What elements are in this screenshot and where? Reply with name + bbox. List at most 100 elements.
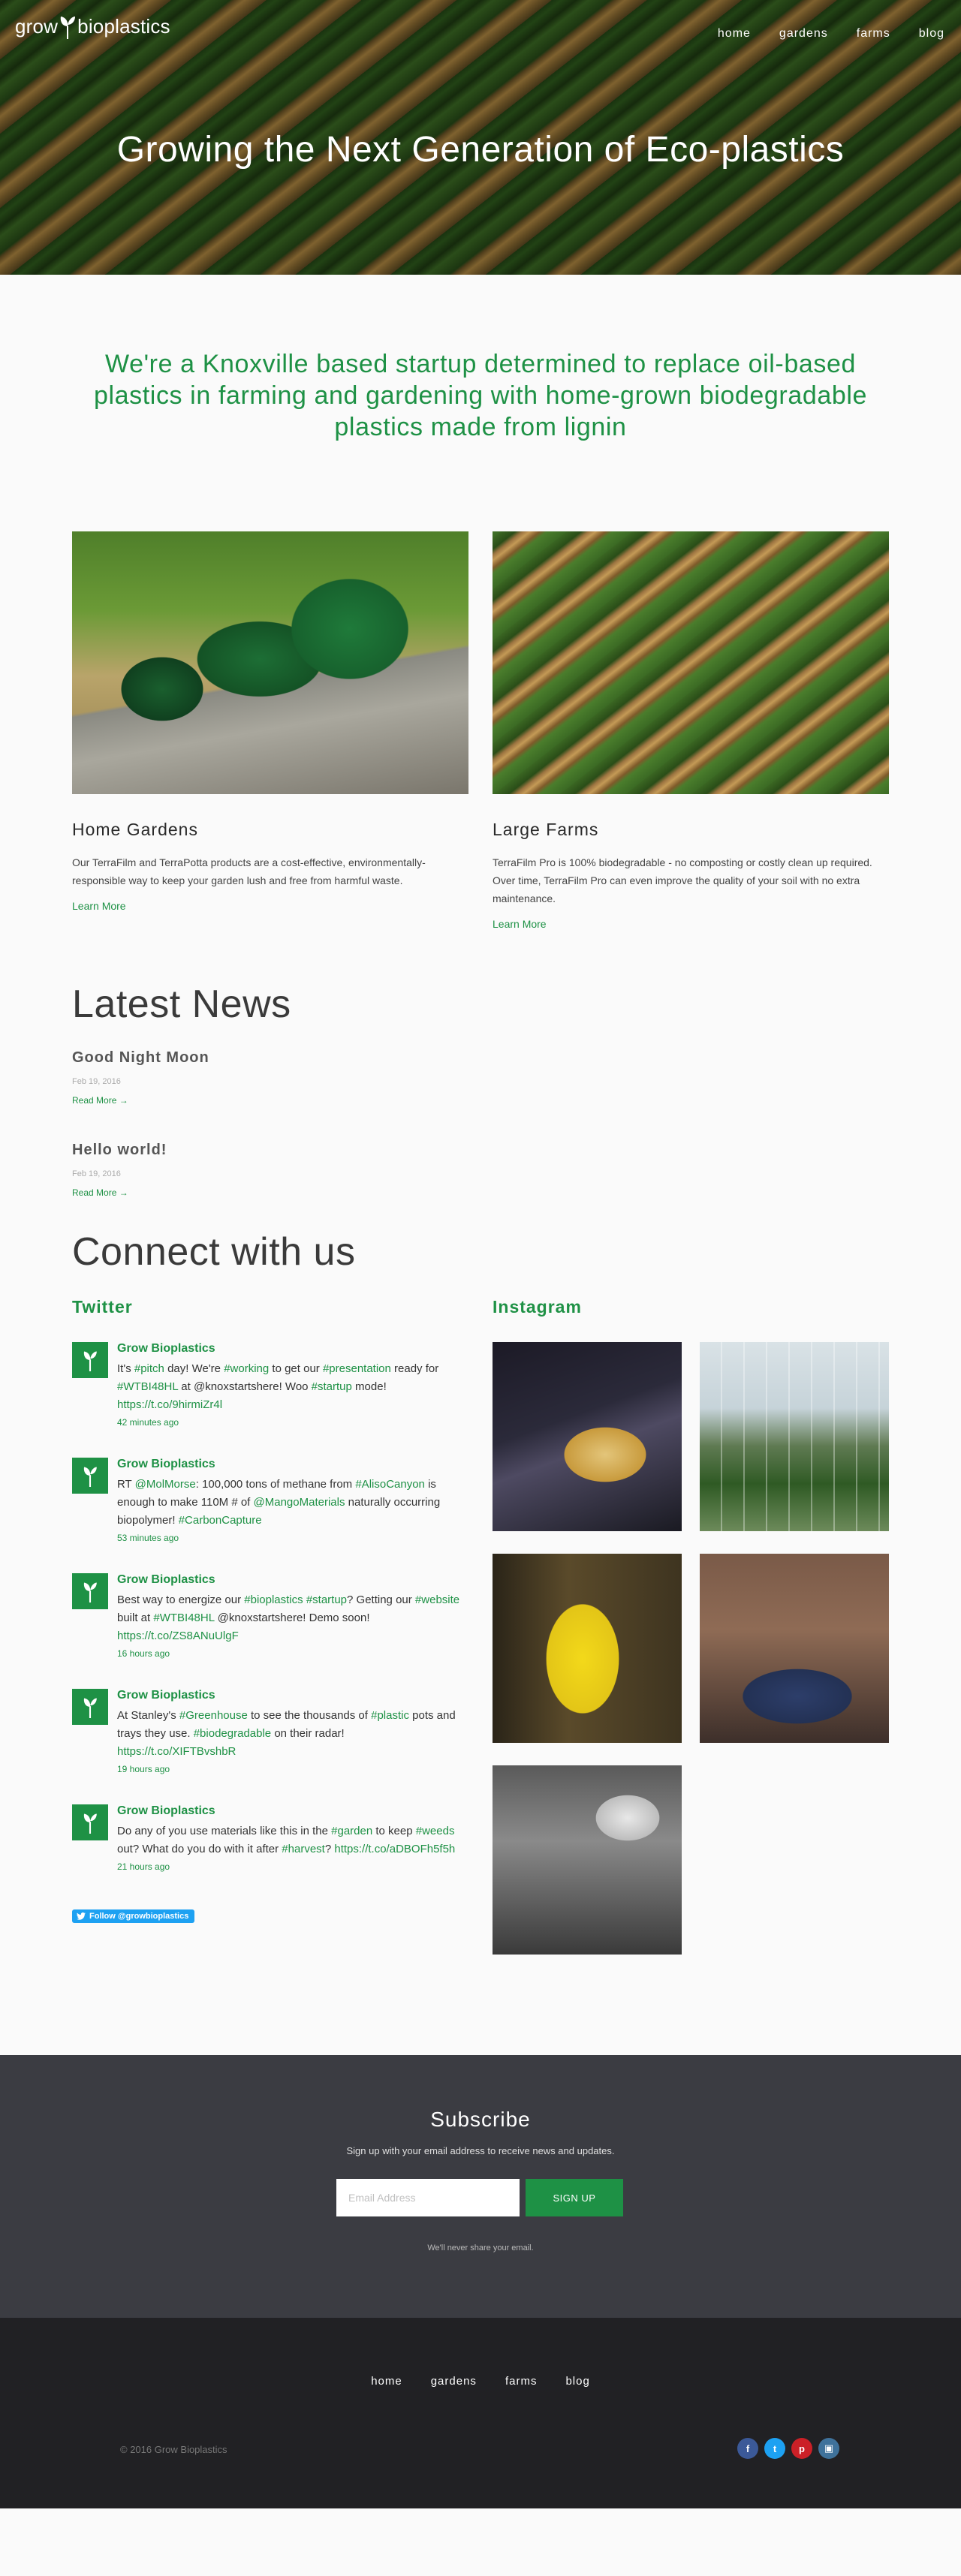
tweet: Grow Bioplastics It's #pitch day! We're … xyxy=(72,1342,462,1428)
tweet-time[interactable]: 19 hours ago xyxy=(117,1764,462,1774)
tweet-text-fragment: ? xyxy=(324,1843,335,1855)
tweet-link[interactable]: https://t.co/9hirmiZr4l xyxy=(117,1398,222,1411)
tweet-author[interactable]: Grow Bioplastics xyxy=(117,1342,462,1356)
tweet-time[interactable]: 42 minutes ago xyxy=(117,1417,462,1428)
tweet-link[interactable]: https://t.co/XIFTBvshbR xyxy=(117,1745,236,1758)
facebook-icon[interactable]: f xyxy=(737,2438,758,2459)
read-more-link[interactable]: Read More → xyxy=(72,1095,128,1106)
logo-text-grow: grow xyxy=(15,14,59,38)
footer-link-gardens[interactable]: gardens xyxy=(431,2375,477,2388)
product-title: Home Gardens xyxy=(72,820,198,839)
tweet-link[interactable]: #website xyxy=(415,1593,459,1606)
learn-more-link[interactable]: Learn More xyxy=(493,918,547,930)
tweet-text: Do any of you use materials like this in… xyxy=(117,1822,462,1858)
avatar[interactable] xyxy=(72,1689,108,1725)
tweet-time[interactable]: 16 hours ago xyxy=(117,1648,462,1659)
connect-title: Connect with us xyxy=(72,1230,356,1274)
instagram-photo-team-meeting[interactable] xyxy=(700,1554,889,1743)
tweet-text-fragment: to see the thousands of xyxy=(247,1709,372,1722)
copyright-text: © 2016 Grow Bioplastics xyxy=(120,2444,227,2455)
tweet-link[interactable]: @MolMorse xyxy=(135,1478,196,1491)
avatar[interactable] xyxy=(72,1573,108,1609)
instagram-photo-workshop[interactable] xyxy=(493,1765,682,1955)
tweet-link[interactable]: #pitch xyxy=(134,1362,164,1375)
tweet-link[interactable]: https://t.co/ZS8ANuUlgF xyxy=(117,1630,239,1642)
tweet-link[interactable]: #biodegradable xyxy=(194,1727,271,1740)
sign-up-button[interactable]: SIGN UP xyxy=(526,2179,623,2216)
avatar[interactable] xyxy=(72,1342,108,1378)
tweet-link[interactable]: #startup xyxy=(312,1380,352,1393)
tweet-link[interactable]: #WTBI48HL xyxy=(117,1380,178,1393)
twitter-feed: Grow Bioplastics It's #pitch day! We're … xyxy=(72,1342,462,1924)
tweet-link[interactable]: @MangoMaterials xyxy=(254,1496,345,1509)
tweet-link[interactable]: #Greenhouse xyxy=(179,1709,248,1722)
sprout-icon xyxy=(60,17,76,39)
watering-cans-image xyxy=(72,531,468,794)
sprout-icon xyxy=(83,1582,97,1602)
hero-banner: grow bioplastics home gardens farms blog… xyxy=(0,0,961,275)
tweet-link[interactable]: #WTBI48HL xyxy=(153,1612,214,1624)
tweet-link[interactable]: #plastic xyxy=(371,1709,409,1722)
tweet-link[interactable]: #CarbonCapture xyxy=(179,1514,262,1527)
intro-section: We're a Knoxville based startup determin… xyxy=(0,275,961,516)
avatar[interactable] xyxy=(72,1804,108,1840)
tweet-time[interactable]: 21 hours ago xyxy=(117,1861,462,1872)
tweet-link[interactable]: #bioplastics xyxy=(244,1593,303,1606)
site-logo[interactable]: grow bioplastics xyxy=(15,14,170,39)
tweet-link[interactable]: #working xyxy=(224,1362,269,1375)
instagram-photo-laptop[interactable] xyxy=(493,1342,682,1531)
tweet-author[interactable]: Grow Bioplastics xyxy=(117,1689,462,1702)
tweet-text: RT @MolMorse: 100,000 tons of methane fr… xyxy=(117,1476,462,1530)
pinterest-icon[interactable]: p xyxy=(791,2438,812,2459)
instagram-photo-weed-block[interactable] xyxy=(493,1554,682,1743)
news-item-title[interactable]: Good Night Moon xyxy=(72,1049,961,1067)
tweet: Grow Bioplastics RT @MolMorse: 100,000 t… xyxy=(72,1458,462,1543)
tweet-link[interactable]: #harvest xyxy=(282,1843,325,1855)
tweet-text-fragment: at @knoxstartshere! Woo xyxy=(178,1380,312,1393)
tweet-link[interactable]: #weeds xyxy=(416,1825,455,1837)
news-item: Hello world! Feb 19, 2016 Read More → xyxy=(72,1142,961,1199)
tweet-author[interactable]: Grow Bioplastics xyxy=(117,1573,462,1587)
footer-link-blog[interactable]: blog xyxy=(565,2375,589,2388)
tweet-link[interactable]: #startup xyxy=(306,1593,347,1606)
intro-statement: We're a Knoxville based startup determin… xyxy=(93,350,868,441)
footer-link-home[interactable]: home xyxy=(371,2375,402,2388)
tweet-time[interactable]: 53 minutes ago xyxy=(117,1533,462,1543)
tweet-link[interactable]: #AlisoCanyon xyxy=(355,1478,425,1491)
instagram-icon[interactable]: ▣ xyxy=(818,2438,839,2459)
news-item-title[interactable]: Hello world! xyxy=(72,1142,961,1159)
tweet-text-fragment: @knoxstartshere! Demo soon! xyxy=(214,1612,370,1624)
tweet: Grow Bioplastics Do any of you use mater… xyxy=(72,1804,462,1879)
tweet-text-fragment: : 100,000 tons of methane from xyxy=(195,1478,356,1491)
tweet-link[interactable]: #garden xyxy=(331,1825,372,1837)
tweet-author[interactable]: Grow Bioplastics xyxy=(117,1804,462,1818)
news-item: Good Night Moon Feb 19, 2016 Read More → xyxy=(72,1049,961,1107)
news-title: Latest News xyxy=(72,983,291,1026)
learn-more-link[interactable]: Learn More xyxy=(72,900,126,912)
nav-farms[interactable]: farms xyxy=(857,27,890,41)
avatar[interactable] xyxy=(72,1458,108,1494)
email-field[interactable] xyxy=(336,2179,520,2216)
tweet-text-fragment: on their radar! xyxy=(271,1727,345,1740)
news-list: Good Night Moon Feb 19, 2016 Read More →… xyxy=(72,1049,961,1199)
tweet-text-fragment: to keep xyxy=(372,1825,416,1837)
tweet-author[interactable]: Grow Bioplastics xyxy=(117,1458,462,1471)
news-item-date: Feb 19, 2016 xyxy=(72,1169,121,1178)
nav-gardens[interactable]: gardens xyxy=(779,27,828,41)
twitter-icon[interactable]: t xyxy=(764,2438,785,2459)
subscribe-section: Subscribe Sign up with your email addres… xyxy=(0,2055,961,2318)
footer-link-farms[interactable]: farms xyxy=(505,2375,538,2388)
nav-home[interactable]: home xyxy=(718,27,751,41)
instagram-photo-greenhouse[interactable] xyxy=(700,1342,889,1531)
twitter-bird-icon xyxy=(77,1912,86,1920)
tweet-link[interactable]: https://t.co/aDBOFh5f5h xyxy=(334,1843,455,1855)
tweet-link[interactable]: #presentation xyxy=(323,1362,391,1375)
read-more-link[interactable]: Read More → xyxy=(72,1187,128,1198)
sprout-icon xyxy=(83,1813,97,1834)
tweet: Grow Bioplastics At Stanley's #Greenhous… xyxy=(72,1689,462,1774)
farm-field-image xyxy=(493,531,889,794)
nav-blog[interactable]: blog xyxy=(919,27,944,41)
follow-twitter-button[interactable]: Follow @growbioplastics xyxy=(72,1909,195,1923)
social-links: f t p ▣ xyxy=(737,2438,839,2459)
follow-label: Follow @growbioplastics xyxy=(89,1912,189,1921)
